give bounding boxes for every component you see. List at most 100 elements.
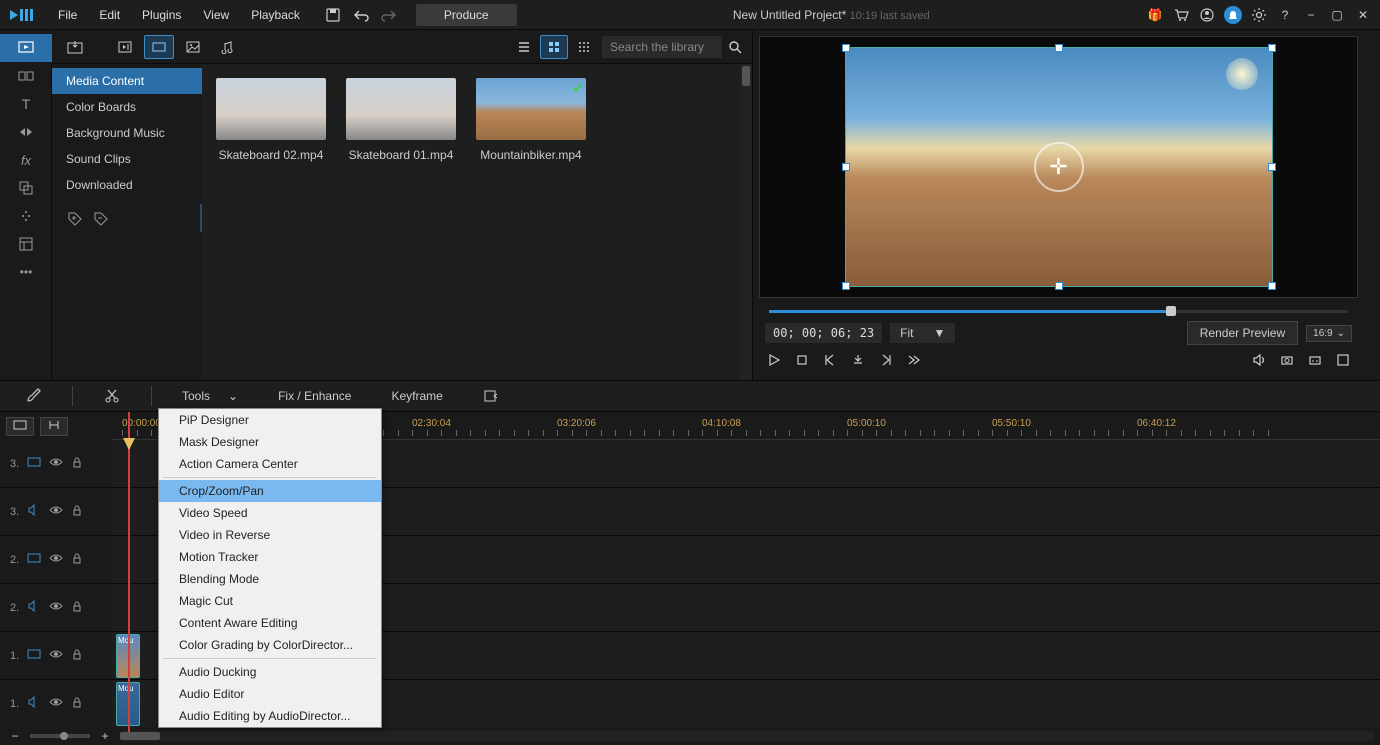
rail-more-icon[interactable]: ••• [0,258,52,286]
next-frame-icon[interactable] [877,351,895,369]
resize-handle-bl[interactable] [842,282,850,290]
tag-remove-icon[interactable] [92,210,110,231]
rail-effects-icon[interactable] [0,62,52,90]
notification-icon[interactable] [1224,6,1242,24]
tools-menu-item[interactable]: PiP Designer [159,409,381,431]
visibility-icon[interactable] [49,648,63,663]
visibility-icon[interactable] [49,552,63,567]
resize-handle-br[interactable] [1268,282,1276,290]
resize-handle-bm[interactable] [1055,282,1063,290]
fast-forward-icon[interactable] [905,351,923,369]
timeline-hscroll[interactable] [120,731,1374,741]
track-header[interactable]: 1. [0,632,112,680]
cut-tool-icon[interactable] [93,383,131,409]
cart-icon[interactable] [1172,6,1190,24]
visibility-icon[interactable] [49,504,63,519]
zoom-in-icon[interactable]: + [96,727,114,745]
library-category[interactable]: Downloaded [52,172,202,198]
timecode-display[interactable]: 00; 00; 06; 23 [765,323,882,343]
user-icon[interactable] [1198,6,1216,24]
media-item[interactable]: Skateboard 01.mp4 [346,78,456,366]
tools-menu-item[interactable]: Blending Mode [159,568,381,590]
tag-add-icon[interactable] [66,210,84,231]
menu-file[interactable]: File [48,4,87,26]
gift-icon[interactable]: 🎁 [1146,6,1164,24]
close-icon[interactable]: ✕ [1354,6,1372,24]
track-header[interactable]: 2. [0,584,112,632]
maximize-icon[interactable]: ▢ [1328,6,1346,24]
resize-handle-tl[interactable] [842,44,850,52]
library-scrollbar[interactable] [740,64,752,380]
prev-frame-icon[interactable] [821,351,839,369]
visibility-icon[interactable] [49,696,63,711]
caption-icon[interactable] [1306,351,1324,369]
rail-particle-icon[interactable] [0,202,52,230]
tools-dropdown-button[interactable]: Tools⌄ [172,385,248,407]
lock-icon[interactable] [71,600,83,615]
rail-text-icon[interactable]: T [0,90,52,118]
center-crosshair-icon[interactable]: ✛ [1034,142,1084,192]
lock-icon[interactable] [71,504,83,519]
tools-menu-item[interactable]: Audio Editor [159,683,381,705]
zoom-out-icon[interactable]: − [6,727,24,745]
filter-image-icon[interactable] [178,35,208,59]
search-icon[interactable] [726,38,744,56]
fit-dropdown[interactable]: Fit▼ [890,323,955,343]
view-list-icon[interactable] [510,35,538,59]
aspect-dropdown[interactable]: 16:9⌄ [1306,325,1352,342]
library-category[interactable]: Media Content [52,68,202,94]
tools-menu-item[interactable]: Mask Designer [159,431,381,453]
stop-icon[interactable] [793,351,811,369]
menu-view[interactable]: View [193,4,239,26]
lock-icon[interactable] [71,648,83,663]
rail-media-icon[interactable] [0,34,52,62]
lock-icon[interactable] [71,696,83,711]
play-icon[interactable] [765,351,783,369]
track-header[interactable]: 3. [0,440,112,488]
tools-menu-item[interactable]: Video Speed [159,502,381,524]
visibility-icon[interactable] [49,456,63,471]
tools-menu-item[interactable]: Audio Ducking [159,661,381,683]
visibility-icon[interactable] [49,600,63,615]
resize-handle-ml[interactable] [842,163,850,171]
lock-icon[interactable] [71,456,83,471]
filter-video-icon[interactable] [144,35,174,59]
track-header[interactable]: 3. [0,488,112,536]
tools-menu-item[interactable]: Video in Reverse [159,524,381,546]
volume-icon[interactable] [1250,351,1268,369]
preview-canvas[interactable]: ✛ [845,47,1273,287]
fix-enhance-button[interactable]: Fix / Enhance [268,385,361,407]
settings-icon[interactable] [1250,6,1268,24]
timeline-opts-icon[interactable] [473,384,509,408]
preview-viewport[interactable]: ✛ [759,36,1358,298]
resize-handle-tm[interactable] [1055,44,1063,52]
library-category[interactable]: Color Boards [52,94,202,120]
library-category[interactable]: Sound Clips [52,146,202,172]
import-icon[interactable] [60,35,90,59]
menu-edit[interactable]: Edit [89,4,130,26]
library-category[interactable]: Background Music [52,120,202,146]
view-grid-icon[interactable] [540,35,568,59]
lock-icon[interactable] [71,552,83,567]
rail-overlay-icon[interactable] [0,174,52,202]
menu-plugins[interactable]: Plugins [132,4,191,26]
help-icon[interactable]: ? [1276,6,1294,24]
rail-transition-icon[interactable] [0,118,52,146]
keyframe-button[interactable]: Keyframe [381,385,452,407]
view-detail-icon[interactable] [570,35,598,59]
brush-tool-icon[interactable] [14,383,52,409]
track-header[interactable]: 1. [0,680,112,728]
media-item[interactable]: ✔Mountainbiker.mp4 [476,78,586,366]
fullscreen-icon[interactable] [1334,351,1352,369]
tools-menu-item[interactable]: Magic Cut [159,590,381,612]
render-preview-button[interactable]: Render Preview [1187,321,1298,345]
tools-menu-item[interactable]: Crop/Zoom/Pan [159,480,381,502]
tools-menu-item[interactable]: Motion Tracker [159,546,381,568]
produce-button[interactable]: Produce [416,4,517,26]
tools-menu-item[interactable]: Action Camera Center [159,453,381,475]
menu-playback[interactable]: Playback [241,4,310,26]
filter-audio-icon[interactable] [212,35,242,59]
tools-menu-item[interactable]: Color Grading by ColorDirector... [159,634,381,656]
rail-fx-icon[interactable]: fx [0,146,52,174]
playhead[interactable] [128,412,130,732]
